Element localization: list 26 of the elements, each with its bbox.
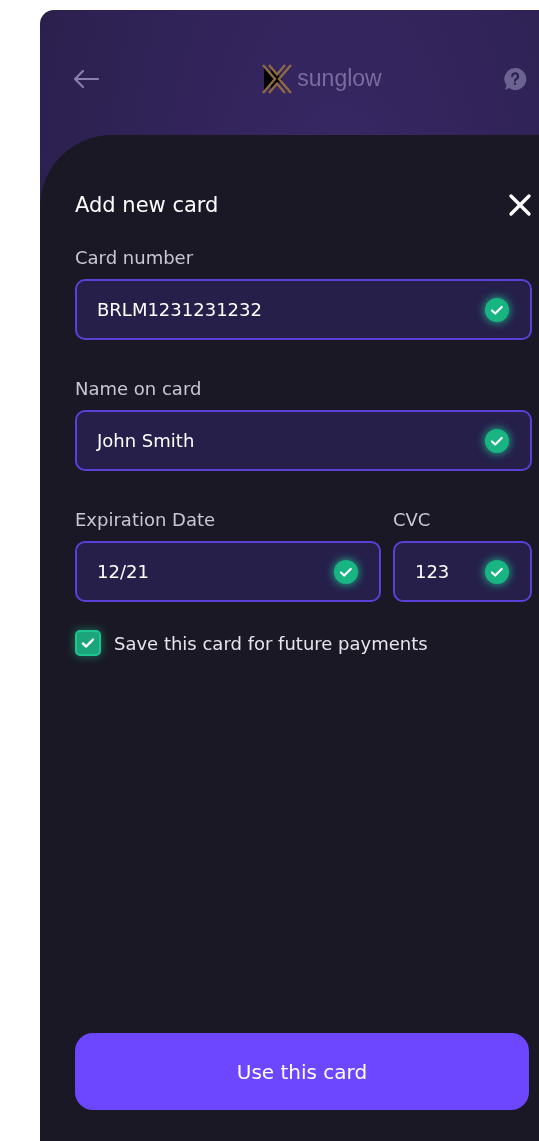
- input-field[interactable]: John Smith: [75, 410, 532, 471]
- help-icon[interactable]: [503, 66, 527, 91]
- field-label: Name on card: [75, 378, 203, 399]
- logo-icon: [261, 62, 294, 95]
- field-value: BRLM1231231232: [97, 299, 263, 320]
- check-circle-icon: [484, 558, 510, 585]
- field-value: 12/21: [97, 561, 150, 582]
- field-value: 123: [414, 561, 451, 582]
- back-arrow-icon[interactable]: [72, 68, 100, 89]
- input-field[interactable]: 12/21: [75, 541, 381, 602]
- close-button[interactable]: [508, 193, 532, 217]
- field-label: Card number: [75, 247, 195, 268]
- checkmark-icon: [81, 636, 95, 650]
- field-label: CVC: [392, 509, 432, 530]
- field-value: John Smith: [97, 430, 196, 451]
- checkbox[interactable]: [75, 630, 101, 656]
- sheet-title: Add new card: [75, 193, 219, 217]
- logo-text: sunglow: [297, 65, 382, 92]
- check-circle-icon: [484, 427, 510, 454]
- checkbox-label: Save this card for future payments: [114, 632, 428, 654]
- check-circle-icon: [332, 558, 359, 585]
- use-card-button[interactable]: Use this card: [75, 1033, 529, 1110]
- check-circle-icon: [484, 296, 510, 323]
- field-label: Expiration Date: [75, 509, 217, 530]
- input-field[interactable]: BRLM1231231232: [75, 279, 532, 340]
- input-field[interactable]: 123: [392, 541, 532, 602]
